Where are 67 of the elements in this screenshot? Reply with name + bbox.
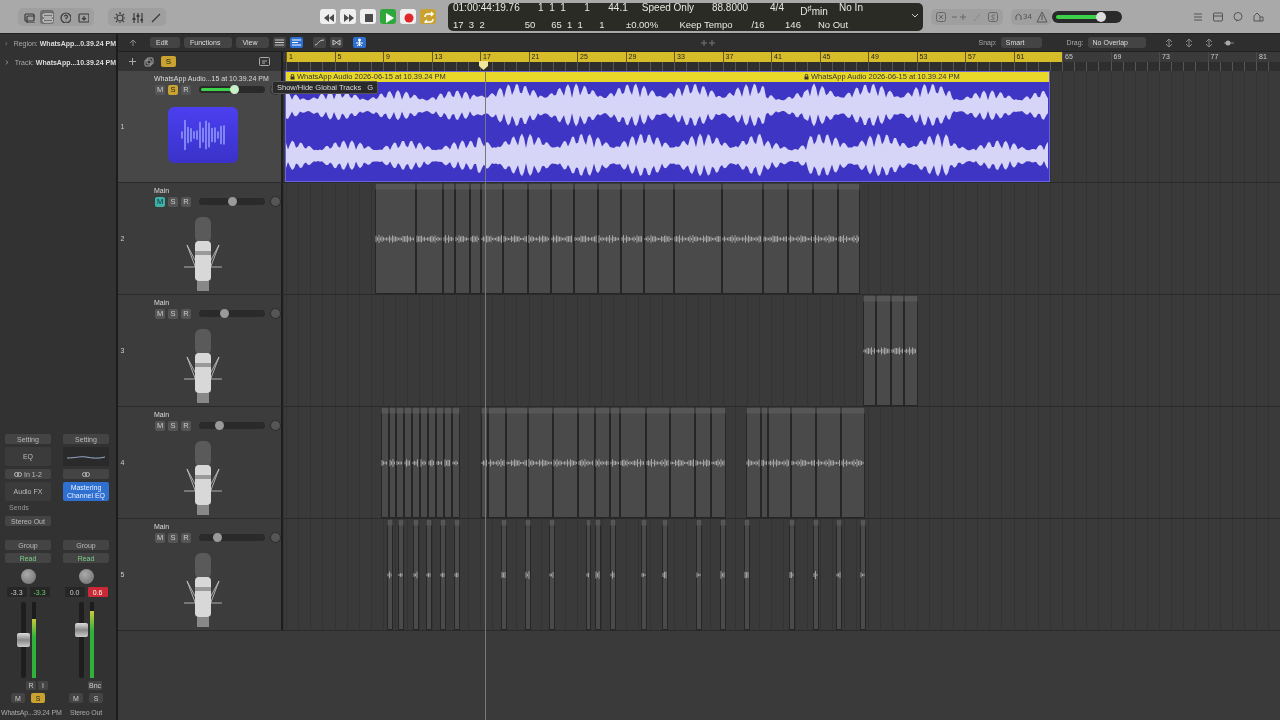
lcd-value: D$^{♯}$min bbox=[799, 2, 829, 19]
lcd-value: /16 bbox=[750, 18, 766, 31]
lcd-value: 50 bbox=[523, 18, 537, 31]
track-list-icon[interactable] bbox=[292, 39, 302, 46]
waveform-zoom-icon[interactable] bbox=[1203, 38, 1214, 47]
curve-icon[interactable] bbox=[315, 39, 325, 46]
lcd-value: 1 1 1 bbox=[537, 2, 567, 16]
lcd-value: ±0.00% bbox=[624, 18, 660, 31]
slider-icon[interactable] bbox=[1223, 38, 1234, 47]
lcd-value: 44.1 bbox=[607, 2, 629, 16]
toolbar-toggle-icon[interactable] bbox=[41, 10, 53, 23]
zoom-vertical-icon[interactable] bbox=[1163, 38, 1174, 47]
fader-cap[interactable] bbox=[16, 633, 30, 647]
list-icon[interactable] bbox=[275, 39, 285, 46]
catch-icon[interactable] bbox=[355, 38, 365, 47]
volume-slider[interactable] bbox=[199, 422, 265, 429]
lcd-value: 1 bbox=[598, 18, 606, 31]
lcd-value: 17 3 2 bbox=[453, 18, 486, 31]
input-monitoring-button[interactable] bbox=[270, 308, 281, 319]
lcd-value: 146 bbox=[784, 18, 802, 31]
help-icon[interactable] bbox=[59, 10, 71, 23]
volume-slider[interactable] bbox=[199, 86, 265, 93]
lcd-value: 65 1 1 bbox=[550, 18, 584, 31]
lcd-value: 88.8000 bbox=[710, 2, 750, 16]
duplicate-track-icon[interactable] bbox=[144, 56, 154, 67]
zoom-horizontal-icon[interactable] bbox=[1183, 38, 1194, 47]
solo-square-icon[interactable] bbox=[987, 10, 999, 23]
input-monitoring-button[interactable] bbox=[270, 420, 281, 431]
input-monitoring-button[interactable] bbox=[270, 532, 281, 543]
flex-icon[interactable] bbox=[332, 39, 342, 46]
lcd-value: 01:00:44:19.76 bbox=[453, 2, 521, 16]
loop-browser-icon[interactable] bbox=[1231, 10, 1244, 23]
lock-icon bbox=[804, 74, 809, 80]
pan-knob[interactable] bbox=[20, 569, 36, 584]
back-arrow-icon[interactable] bbox=[128, 37, 138, 48]
link-icon bbox=[82, 471, 90, 477]
browser-icon[interactable] bbox=[1251, 10, 1264, 23]
close-square-icon[interactable] bbox=[935, 10, 947, 23]
lcd-value: No Out bbox=[816, 18, 850, 31]
volume-slider[interactable] bbox=[199, 198, 265, 205]
count-in-icon[interactable] bbox=[1015, 12, 1022, 21]
global-tracks-icon[interactable] bbox=[259, 57, 270, 66]
volume-slider[interactable] bbox=[199, 534, 265, 541]
fader-cap[interactable] bbox=[74, 623, 88, 638]
link-icon bbox=[14, 471, 23, 477]
lcd-value: No In bbox=[838, 2, 864, 16]
master-volume-slider[interactable] bbox=[1051, 10, 1122, 23]
solo-button[interactable]: S bbox=[161, 56, 176, 67]
lcd-value: Keep Tempo bbox=[678, 18, 734, 31]
metronome-icon[interactable] bbox=[1035, 10, 1048, 23]
mixer-icon[interactable] bbox=[131, 10, 143, 23]
editor-icon[interactable] bbox=[1211, 10, 1224, 23]
track-artwork-icon bbox=[168, 107, 238, 163]
zoom-cross-icon[interactable] bbox=[700, 38, 717, 47]
brightness-icon[interactable] bbox=[113, 10, 125, 23]
lcd-value: Speed Only bbox=[640, 2, 696, 16]
input-monitoring-button[interactable] bbox=[270, 196, 281, 207]
add-track-icon[interactable] bbox=[128, 57, 137, 66]
lcd-value: 4/4 bbox=[769, 2, 785, 16]
chevron-down-icon[interactable] bbox=[911, 12, 919, 19]
volume-slider[interactable] bbox=[199, 310, 265, 317]
lcd-value: 1 bbox=[583, 2, 591, 16]
pan-knob[interactable] bbox=[78, 569, 94, 584]
library-icon[interactable] bbox=[23, 10, 35, 23]
download-icon[interactable] bbox=[77, 10, 89, 23]
eq-display[interactable] bbox=[63, 447, 109, 466]
input-button[interactable] bbox=[63, 469, 109, 479]
